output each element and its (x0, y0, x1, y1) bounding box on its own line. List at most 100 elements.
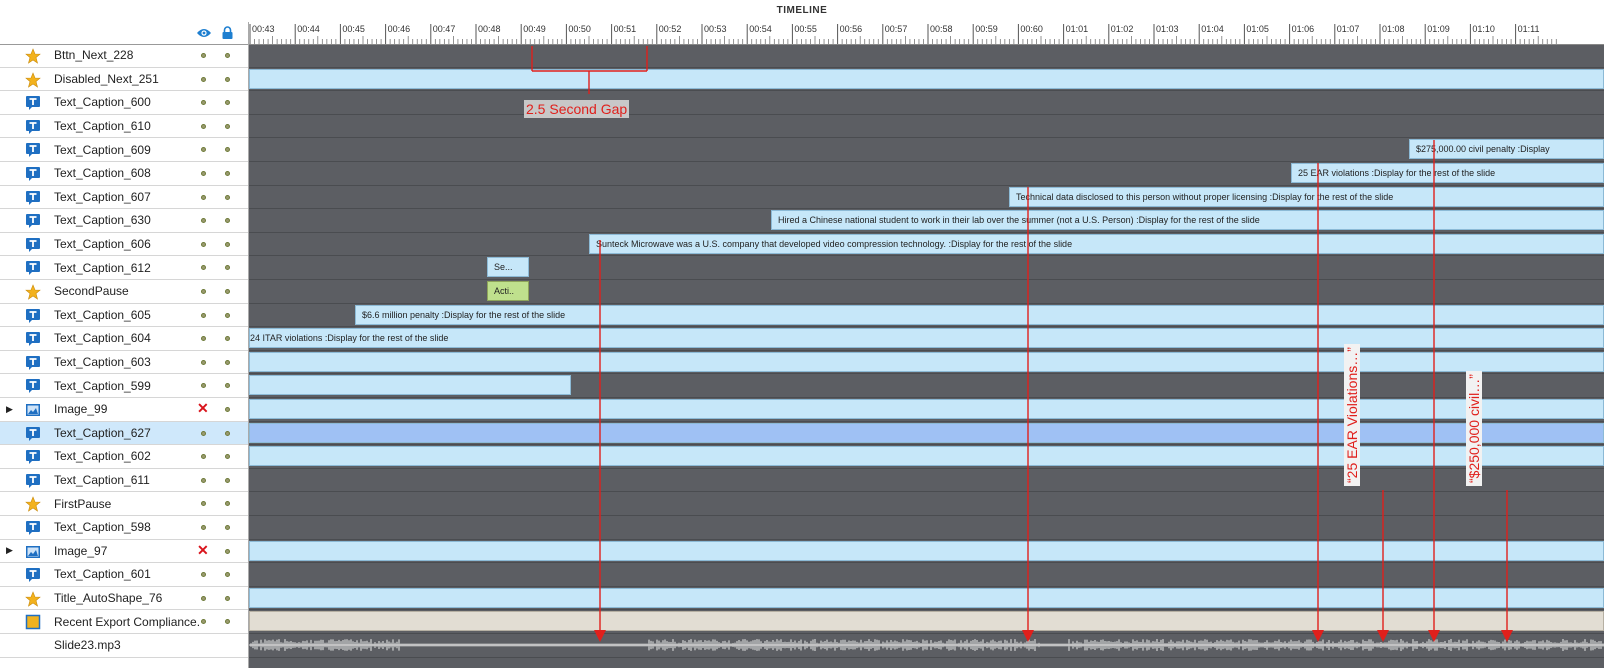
timeline-bar[interactable] (249, 399, 1604, 419)
layer-row[interactable]: Text_Caption_627 (0, 421, 248, 446)
timeline-bar[interactable]: Technical data disclosed to this person … (1009, 186, 1604, 207)
lock-toggle[interactable] (225, 336, 230, 342)
layer-row[interactable]: Disabled_Next_251 (0, 68, 248, 92)
lock-toggle[interactable] (225, 312, 230, 318)
audio-waveform[interactable] (249, 634, 1604, 656)
timeline-bar[interactable]: $6.6 million penalty :Display for the re… (355, 304, 1604, 325)
timeline-bar[interactable]: Sunteck Microwave was a U.S. company tha… (589, 233, 1604, 254)
lock-toggle[interactable] (225, 171, 230, 176)
visibility-toggle[interactable] (201, 383, 206, 389)
lock-toggle[interactable] (225, 430, 230, 436)
layer-row[interactable]: Text_Caption_630 (0, 209, 248, 233)
expand-arrow-icon[interactable]: ▶ (6, 545, 13, 556)
layer-row[interactable]: Text_Caption_602 (0, 445, 248, 469)
timeline-bar[interactable]: 25 EAR violations :Display for the rest … (1291, 163, 1604, 183)
lock-toggle[interactable] (225, 147, 230, 153)
layer-row[interactable]: Text_Caption_598 (0, 516, 248, 540)
timeline-bar[interactable]: Acti.. (487, 281, 529, 301)
layer-row[interactable]: Text_Caption_600 (0, 91, 248, 115)
visibility-toggle[interactable] (201, 76, 206, 82)
visibility-toggle[interactable] (201, 359, 206, 365)
timeline-bar[interactable] (249, 68, 1604, 89)
layer-row[interactable]: SecondPause (0, 280, 248, 304)
visibility-toggle[interactable] (201, 289, 206, 294)
lock-toggle[interactable] (225, 501, 230, 507)
lock-icon[interactable] (222, 26, 233, 39)
timeline-bar[interactable] (249, 375, 571, 396)
timeline-bar[interactable] (249, 446, 1604, 467)
visibility-toggle[interactable] (201, 53, 206, 58)
visibility-toggle[interactable] (201, 194, 206, 200)
visibility-toggle[interactable] (201, 265, 206, 271)
lock-toggle[interactable] (225, 265, 230, 271)
visibility-toggle[interactable] (201, 454, 206, 460)
timeline-bar[interactable] (249, 422, 1604, 443)
layer-row[interactable]: Text_Caption_611 (0, 469, 248, 493)
visibility-toggle[interactable] (201, 171, 206, 176)
lock-toggle[interactable] (225, 619, 230, 625)
layer-row[interactable]: Text_Caption_610 (0, 115, 248, 139)
lock-toggle[interactable] (225, 572, 230, 578)
lock-toggle[interactable] (225, 289, 230, 294)
time-ruler[interactable]: 00:43 00:44 00:45 00:46 00:47 00:48 00:49 00:50… (249, 22, 1604, 45)
lock-toggle[interactable] (225, 53, 230, 58)
expand-arrow-icon[interactable]: ▶ (6, 404, 13, 415)
layer-row[interactable]: ▶ Image_99 ✕ (0, 398, 248, 422)
lock-toggle[interactable] (225, 218, 230, 224)
timeline-bar[interactable]: Se... (487, 257, 529, 278)
layer-row[interactable]: Text_Caption_605 (0, 304, 248, 328)
lock-toggle[interactable] (225, 123, 230, 129)
visibility-toggle[interactable] (201, 241, 206, 247)
timeline-bar[interactable] (249, 611, 1604, 632)
visibility-toggle[interactable] (201, 312, 206, 318)
visibility-toggle[interactable] (201, 477, 206, 483)
layer-row[interactable]: Text_Caption_606 (0, 233, 248, 257)
timeline-bar[interactable] (249, 351, 1604, 372)
lock-toggle[interactable] (225, 383, 230, 389)
visibility-toggle[interactable] (201, 123, 206, 129)
layer-row[interactable]: Bttn_Next_228 (0, 44, 248, 68)
lock-toggle[interactable] (225, 76, 230, 82)
lock-toggle[interactable] (225, 194, 230, 200)
eye-icon[interactable] (196, 27, 212, 39)
lock-toggle[interactable] (225, 454, 230, 460)
visibility-toggle[interactable] (201, 218, 206, 224)
hidden-x-icon[interactable]: ✕ (197, 542, 209, 559)
layer-row[interactable]: ▶ Image_97 ✕ (0, 540, 248, 564)
layer-row[interactable]: Title_AutoShape_76 (0, 587, 248, 611)
timeline-tracks[interactable]: 00:43 00:44 00:45 00:46 00:47 00:48 00:49 00:50… (249, 22, 1604, 668)
visibility-toggle[interactable] (201, 525, 206, 530)
layer-row[interactable]: Text_Caption_601 (0, 563, 248, 587)
lock-toggle[interactable] (225, 477, 230, 483)
visibility-toggle[interactable] (201, 572, 206, 578)
layer-row[interactable]: Recent Export Compliance... (0, 610, 248, 634)
layer-row[interactable]: Text_Caption_599 (0, 374, 248, 398)
layer-row[interactable]: Text_Caption_609 (0, 138, 248, 162)
visibility-toggle[interactable] (201, 430, 206, 436)
layer-row[interactable]: Text_Caption_612 (0, 256, 248, 280)
visibility-toggle[interactable] (201, 619, 206, 625)
lock-toggle[interactable] (225, 595, 230, 601)
visibility-toggle[interactable] (201, 100, 206, 106)
layer-row[interactable]: Slide23.mp3 (0, 634, 248, 658)
layer-row[interactable]: FirstPause (0, 492, 248, 516)
layer-row[interactable]: Text_Caption_604 (0, 327, 248, 351)
lock-toggle[interactable] (225, 359, 230, 365)
hidden-x-icon[interactable]: ✕ (197, 400, 209, 417)
visibility-toggle[interactable] (201, 336, 206, 342)
layer-row[interactable]: Text_Caption_607 (0, 186, 248, 210)
timeline-bar[interactable]: 24 ITAR violations :Display for the rest… (249, 328, 1604, 349)
lock-toggle[interactable] (225, 241, 230, 247)
timeline-bar[interactable] (249, 540, 1604, 561)
lock-toggle[interactable] (225, 100, 230, 106)
layer-row[interactable]: Text_Caption_603 (0, 351, 248, 375)
lock-toggle[interactable] (225, 548, 230, 554)
layer-row[interactable]: Text_Caption_608 (0, 162, 248, 186)
timeline-bar[interactable]: Hired a Chinese national student to work… (771, 210, 1604, 231)
lock-toggle[interactable] (225, 407, 230, 412)
visibility-toggle[interactable] (201, 147, 206, 153)
timeline-bar[interactable] (249, 587, 1604, 608)
visibility-toggle[interactable] (201, 501, 206, 507)
visibility-toggle[interactable] (201, 595, 206, 601)
lock-toggle[interactable] (225, 525, 230, 530)
